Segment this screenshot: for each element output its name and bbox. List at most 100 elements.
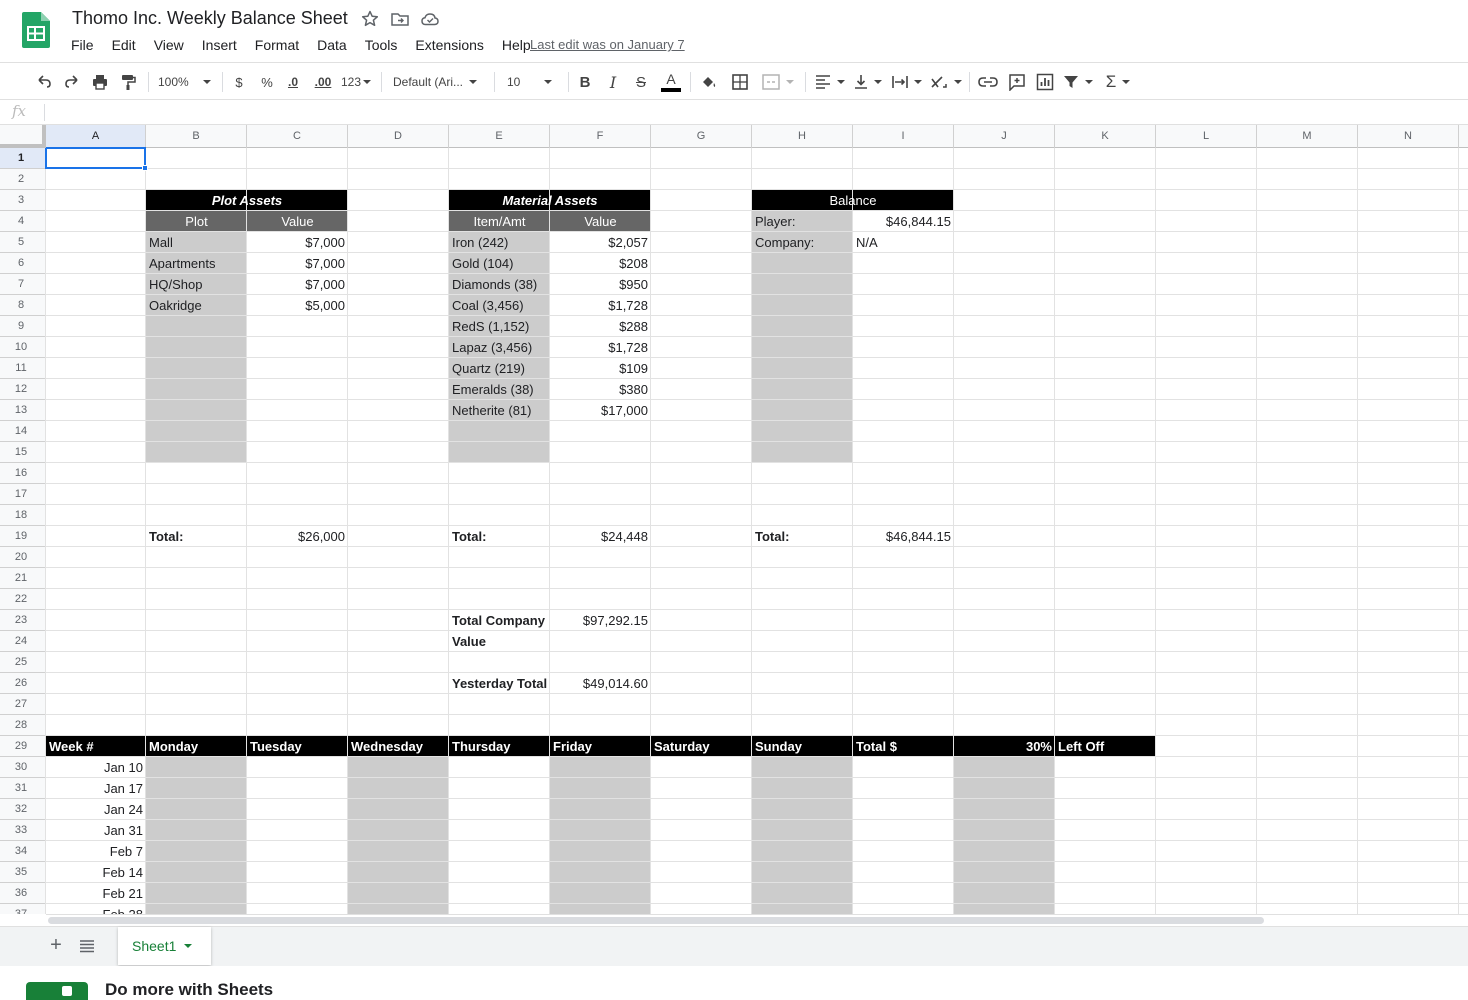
plot-assets-total-value[interactable]: $26,000: [247, 526, 348, 547]
row-header[interactable]: 24: [0, 631, 46, 652]
column-header[interactable]: K: [1055, 125, 1156, 148]
material-asset-name[interactable]: Lapaz (3,456): [449, 337, 550, 358]
print-icon[interactable]: [89, 71, 111, 93]
week-label[interactable]: Feb 14: [46, 862, 146, 883]
plot-asset-name[interactable]: HQ/Shop: [146, 274, 247, 295]
row-header[interactable]: 1: [0, 148, 46, 169]
redo-icon[interactable]: [61, 71, 83, 93]
number-format-select[interactable]: 123: [339, 71, 373, 93]
formula-bar[interactable]: fx: [0, 100, 1468, 125]
week-label[interactable]: Jan 24: [46, 799, 146, 820]
balance-name[interactable]: Company:: [752, 232, 853, 253]
weekly-header[interactable]: Friday: [550, 736, 651, 757]
fill-handle[interactable]: [142, 165, 148, 171]
horizontal-align-icon[interactable]: [814, 71, 846, 93]
material-asset-name[interactable]: Emeralds (38): [449, 379, 550, 400]
row-header[interactable]: 32: [0, 799, 46, 820]
plot-asset-value[interactable]: $7,000: [247, 232, 348, 253]
row-header[interactable]: 30: [0, 757, 46, 778]
text-rotation-icon[interactable]: [929, 71, 963, 93]
row-header[interactable]: 28: [0, 715, 46, 736]
row-header[interactable]: 17: [0, 484, 46, 505]
column-header[interactable]: N: [1358, 125, 1459, 148]
balance-total-label[interactable]: Total:: [752, 526, 853, 547]
menu-file[interactable]: File: [62, 36, 103, 56]
week-label[interactable]: Feb 7: [46, 841, 146, 862]
strikethrough-icon[interactable]: S: [632, 71, 650, 93]
text-color-icon[interactable]: A: [660, 71, 682, 93]
undo-icon[interactable]: [33, 71, 55, 93]
row-header[interactable]: 19: [0, 526, 46, 547]
material-asset-name[interactable]: Diamonds (38): [449, 274, 550, 295]
percent-format-button[interactable]: %: [258, 71, 276, 93]
row-header[interactable]: 5: [0, 232, 46, 253]
insert-link-icon[interactable]: [977, 71, 999, 93]
horizontal-scrollbar[interactable]: [46, 914, 1468, 926]
row-header[interactable]: 27: [0, 694, 46, 715]
row-header[interactable]: 14: [0, 421, 46, 442]
column-header[interactable]: M: [1257, 125, 1358, 148]
material-asset-name[interactable]: Iron (242): [449, 232, 550, 253]
weekly-header[interactable]: Thursday: [449, 736, 550, 757]
row-header[interactable]: 13: [0, 400, 46, 421]
row-header[interactable]: 33: [0, 820, 46, 841]
bold-icon[interactable]: B: [576, 71, 594, 93]
filter-icon[interactable]: [1062, 71, 1094, 93]
weekly-header[interactable]: Monday: [146, 736, 247, 757]
row-header[interactable]: 35: [0, 862, 46, 883]
insert-comment-icon[interactable]: [1006, 71, 1028, 93]
material-assets-col-header[interactable]: Value: [550, 211, 651, 232]
column-header[interactable]: E: [449, 125, 550, 148]
row-header[interactable]: 15: [0, 442, 46, 463]
row-header[interactable]: 3: [0, 190, 46, 211]
material-asset-value[interactable]: $288: [550, 316, 651, 337]
row-header[interactable]: 4: [0, 211, 46, 232]
menu-edit[interactable]: Edit: [103, 36, 145, 56]
material-assets-col-header[interactable]: Item/Amt: [449, 211, 550, 232]
row-header[interactable]: 16: [0, 463, 46, 484]
plot-assets-col-header[interactable]: Plot: [146, 211, 247, 232]
last-edit-link[interactable]: Last edit was on January 7: [530, 36, 685, 54]
week-label[interactable]: Jan 31: [46, 820, 146, 841]
row-header[interactable]: 6: [0, 253, 46, 274]
material-assets-total-label[interactable]: Total:: [449, 526, 550, 547]
zoom-select[interactable]: 100%: [158, 71, 214, 93]
balance-value[interactable]: N/A: [853, 232, 954, 253]
row-header[interactable]: 25: [0, 652, 46, 673]
paint-format-icon[interactable]: [117, 71, 139, 93]
italic-icon[interactable]: I: [604, 71, 622, 93]
material-asset-value[interactable]: $208: [550, 253, 651, 274]
increase-decimal-button[interactable]: .00: [310, 71, 336, 93]
column-header[interactable]: G: [651, 125, 752, 148]
row-header[interactable]: 7: [0, 274, 46, 295]
text-wrapping-icon[interactable]: [890, 71, 924, 93]
balance-value[interactable]: $46,844.15: [853, 211, 954, 232]
column-header[interactable]: I: [853, 125, 954, 148]
balance-name[interactable]: Player:: [752, 211, 853, 232]
move-to-folder-icon[interactable]: [390, 9, 410, 29]
sheets-logo-icon[interactable]: [22, 12, 50, 48]
row-header[interactable]: 12: [0, 379, 46, 400]
yesterday-total-value[interactable]: $49,014.60: [550, 673, 651, 694]
material-asset-name[interactable]: RedS (1,152): [449, 316, 550, 337]
document-title[interactable]: Thomo Inc. Weekly Balance Sheet: [72, 8, 348, 29]
merge-cells-icon[interactable]: [758, 71, 798, 93]
star-icon[interactable]: [360, 9, 380, 29]
borders-icon[interactable]: [730, 71, 750, 93]
plot-asset-name[interactable]: Mall: [146, 232, 247, 253]
horizontal-scrollbar-thumb[interactable]: [48, 917, 1264, 924]
cloud-status-icon[interactable]: [420, 9, 440, 29]
font-size-select[interactable]: 10: [507, 71, 561, 93]
weekly-header[interactable]: 30%: [954, 736, 1055, 757]
total-company-label-2[interactable]: Value: [449, 631, 550, 652]
week-label[interactable]: Feb 28: [46, 904, 146, 914]
row-header[interactable]: 23: [0, 610, 46, 631]
decrease-decimal-button[interactable]: .0: [282, 71, 304, 93]
currency-format-button[interactable]: $: [230, 71, 248, 93]
material-asset-value[interactable]: $950: [550, 274, 651, 295]
week-label[interactable]: Jan 17: [46, 778, 146, 799]
material-asset-value[interactable]: $1,728: [550, 295, 651, 316]
font-family-select[interactable]: Default (Ari...: [393, 71, 487, 93]
weekly-header[interactable]: Total $: [853, 736, 954, 757]
plot-assets-col-header[interactable]: Value: [247, 211, 348, 232]
